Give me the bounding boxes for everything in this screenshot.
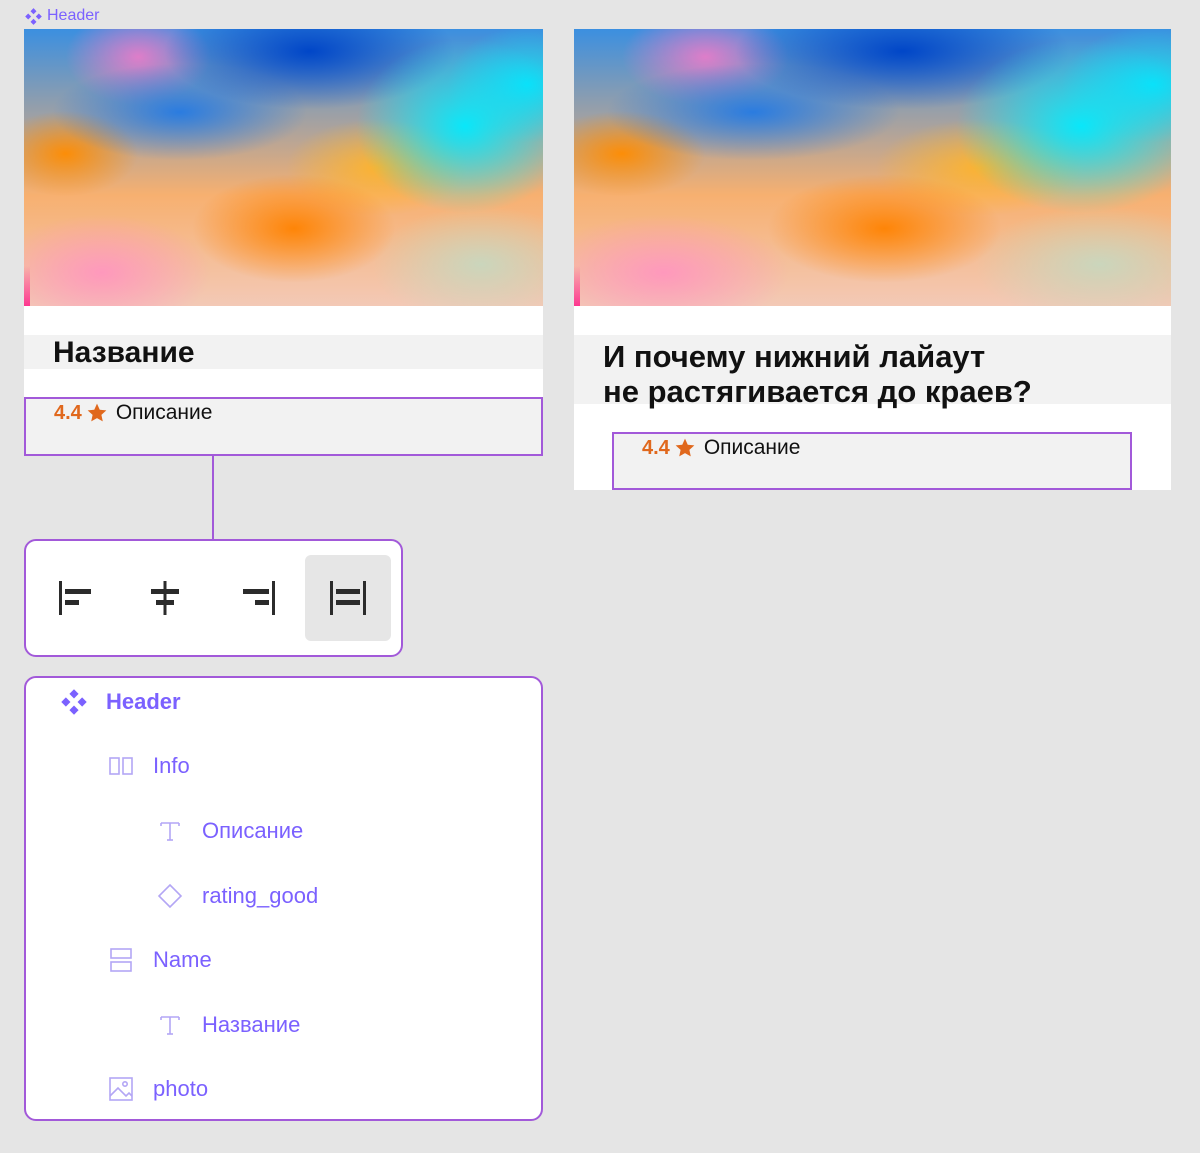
photo bbox=[24, 29, 543, 306]
info-frame[interactable]: 4.4 Описание bbox=[612, 432, 1132, 490]
align-stretch-button[interactable] bbox=[305, 555, 391, 641]
layer-header[interactable]: Header bbox=[60, 687, 181, 717]
header-card-left[interactable]: Название 4.4 Описание bbox=[24, 29, 543, 456]
instance-icon bbox=[156, 882, 184, 910]
layer-label: Название bbox=[202, 1012, 301, 1037]
description-text: Описание bbox=[703, 436, 801, 459]
layer-label: Name bbox=[153, 947, 212, 972]
header-card-right[interactable]: И почему нижний лайаут не растягивается … bbox=[574, 29, 1171, 490]
star-icon bbox=[86, 401, 108, 424]
star-icon bbox=[674, 436, 696, 459]
card-title-line-2: не растягивается до краев? bbox=[603, 374, 1032, 409]
align-center-button[interactable] bbox=[122, 555, 208, 641]
card-title: Название bbox=[53, 336, 195, 369]
card-title-line-1: И почему нижний лайаут bbox=[603, 339, 986, 374]
align-left-button[interactable] bbox=[32, 555, 118, 641]
align-right-icon bbox=[243, 581, 275, 615]
description-text: Описание bbox=[115, 401, 213, 424]
layer-name[interactable]: Name bbox=[107, 945, 212, 975]
align-right-button[interactable] bbox=[216, 555, 302, 641]
info-frame[interactable]: 4.4 Описание bbox=[24, 397, 543, 456]
frame-label-text: Header bbox=[47, 7, 100, 24]
auto-layout-vertical-icon bbox=[107, 946, 135, 974]
card-title: И почему нижний лайаут не растягивается … bbox=[603, 339, 1032, 409]
layer-label: Info bbox=[153, 753, 190, 778]
image-icon bbox=[107, 1075, 135, 1103]
photo bbox=[574, 29, 1171, 306]
layer-title[interactable]: Название bbox=[156, 1010, 300, 1040]
rating-value: 4.4 bbox=[642, 437, 670, 459]
component-icon bbox=[25, 7, 42, 25]
layer-description[interactable]: Описание bbox=[156, 816, 303, 846]
alignment-toolbar bbox=[24, 539, 403, 657]
layer-info[interactable]: Info bbox=[107, 751, 190, 781]
layers-panel: Header Info Описание rating_good Name На… bbox=[24, 676, 543, 1121]
text-icon bbox=[156, 817, 184, 845]
frame-label[interactable]: Header bbox=[25, 7, 99, 25]
layer-label: Header bbox=[106, 689, 181, 714]
layer-label: rating_good bbox=[202, 883, 319, 908]
auto-layout-horizontal-icon bbox=[107, 752, 135, 780]
component-icon bbox=[60, 688, 88, 716]
align-center-icon bbox=[151, 581, 179, 615]
callout-connector bbox=[212, 456, 214, 540]
layer-label: photo bbox=[153, 1076, 209, 1101]
text-icon bbox=[156, 1011, 184, 1039]
align-left-icon bbox=[59, 581, 91, 615]
align-stretch-icon bbox=[330, 581, 366, 615]
layer-photo[interactable]: photo bbox=[107, 1074, 208, 1104]
layer-rating-good[interactable]: rating_good bbox=[156, 881, 318, 911]
layer-label: Описание bbox=[202, 818, 304, 843]
rating-value: 4.4 bbox=[54, 402, 82, 424]
